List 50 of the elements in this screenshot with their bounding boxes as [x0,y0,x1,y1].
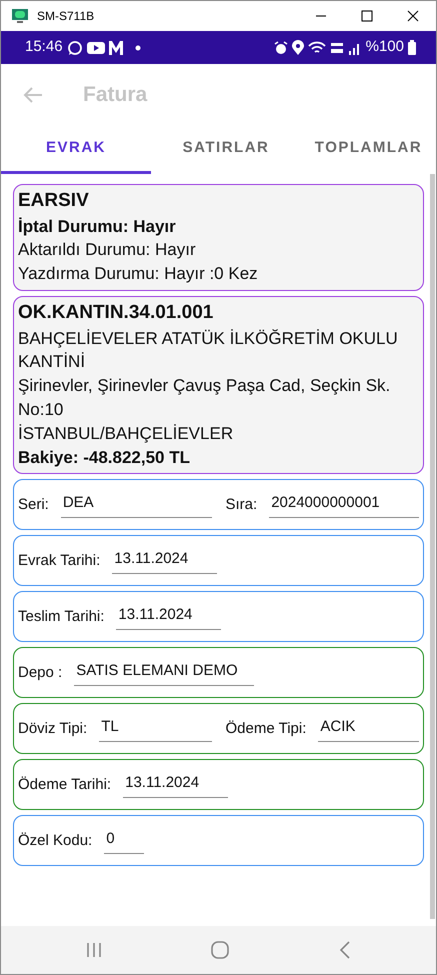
chat-icon [66,40,83,56]
page-title: Fatura [83,82,148,108]
input-field[interactable]: DEA [60,492,212,518]
info-text: Şirinevler, Şirinevler Çavuş Paşa Cad, Seçkin Sk. No:10 [18,375,392,421]
recent-apps-icon [86,942,102,958]
video-icon [86,40,105,54]
close-icon [407,10,419,22]
info-text: İSTANBUL/BAHÇELİEVLER [18,422,234,445]
input-field[interactable]: 13.11.2024 [116,604,222,630]
wifi-icon [308,40,326,54]
info-text: Bakiye: -48.822,50 TL [18,446,191,469]
tab[interactable]: EVRAK [1,126,151,174]
field-label: Evrak Tarihi: [18,550,100,571]
info-text: BAHÇELİEVELER ATATÜK İLKÖĞRETİM OKULU KANTİNİ [18,328,399,374]
mail-icon [108,40,123,56]
field-label: Seri: [18,494,49,515]
info-text: Aktarıldı Durumu: Hayır [18,239,197,262]
clock: 15:46 [25,37,63,58]
window-title: SM-S711B [37,8,94,25]
tab[interactable]: SATIRLAR [151,126,301,174]
battery-icon [408,40,416,55]
input-field[interactable]: TL [99,716,212,742]
input-field[interactable]: 0 [104,828,144,854]
field-label: Sıra: [226,494,258,515]
notification-dot-icon [134,44,141,50]
home-icon [211,941,230,959]
maximize-icon [361,10,373,22]
field-label: Döviz Tipi: [18,718,88,739]
info-text: EARSIV [18,189,90,213]
field-label: Ödeme Tarihi: [18,774,112,795]
scrollbar[interactable] [430,174,435,919]
field-label: Depo : [18,662,62,683]
field-label: Ödeme Tipi: [226,718,306,739]
input-field[interactable]: SATIS ELEMANI DEMO [74,660,254,686]
field-label: Teslim Tarihi: [18,606,104,627]
battery-level: %100 [366,37,404,58]
info-text: İptal Durumu: Hayır [18,216,177,238]
location-icon [292,40,304,55]
app-icon [11,8,29,24]
input-field[interactable]: 2024000000001 [269,492,419,518]
back-icon [339,941,352,959]
input-field[interactable]: 13.11.2024 [112,548,218,574]
field-label: Özel Kodu: [18,830,92,851]
info-text: OK.KANTIN.34.01.001 [18,300,214,325]
input-field[interactable]: 13.11.2024 [123,772,228,798]
back-arrow-icon [23,86,43,104]
info-text: Yazdırma Durumu: Hayır :0 Kez [18,263,259,286]
alarm-icon [274,40,288,54]
tab[interactable]: TOPLAMLAR [301,126,436,174]
input-field[interactable]: ACIK [318,716,419,742]
